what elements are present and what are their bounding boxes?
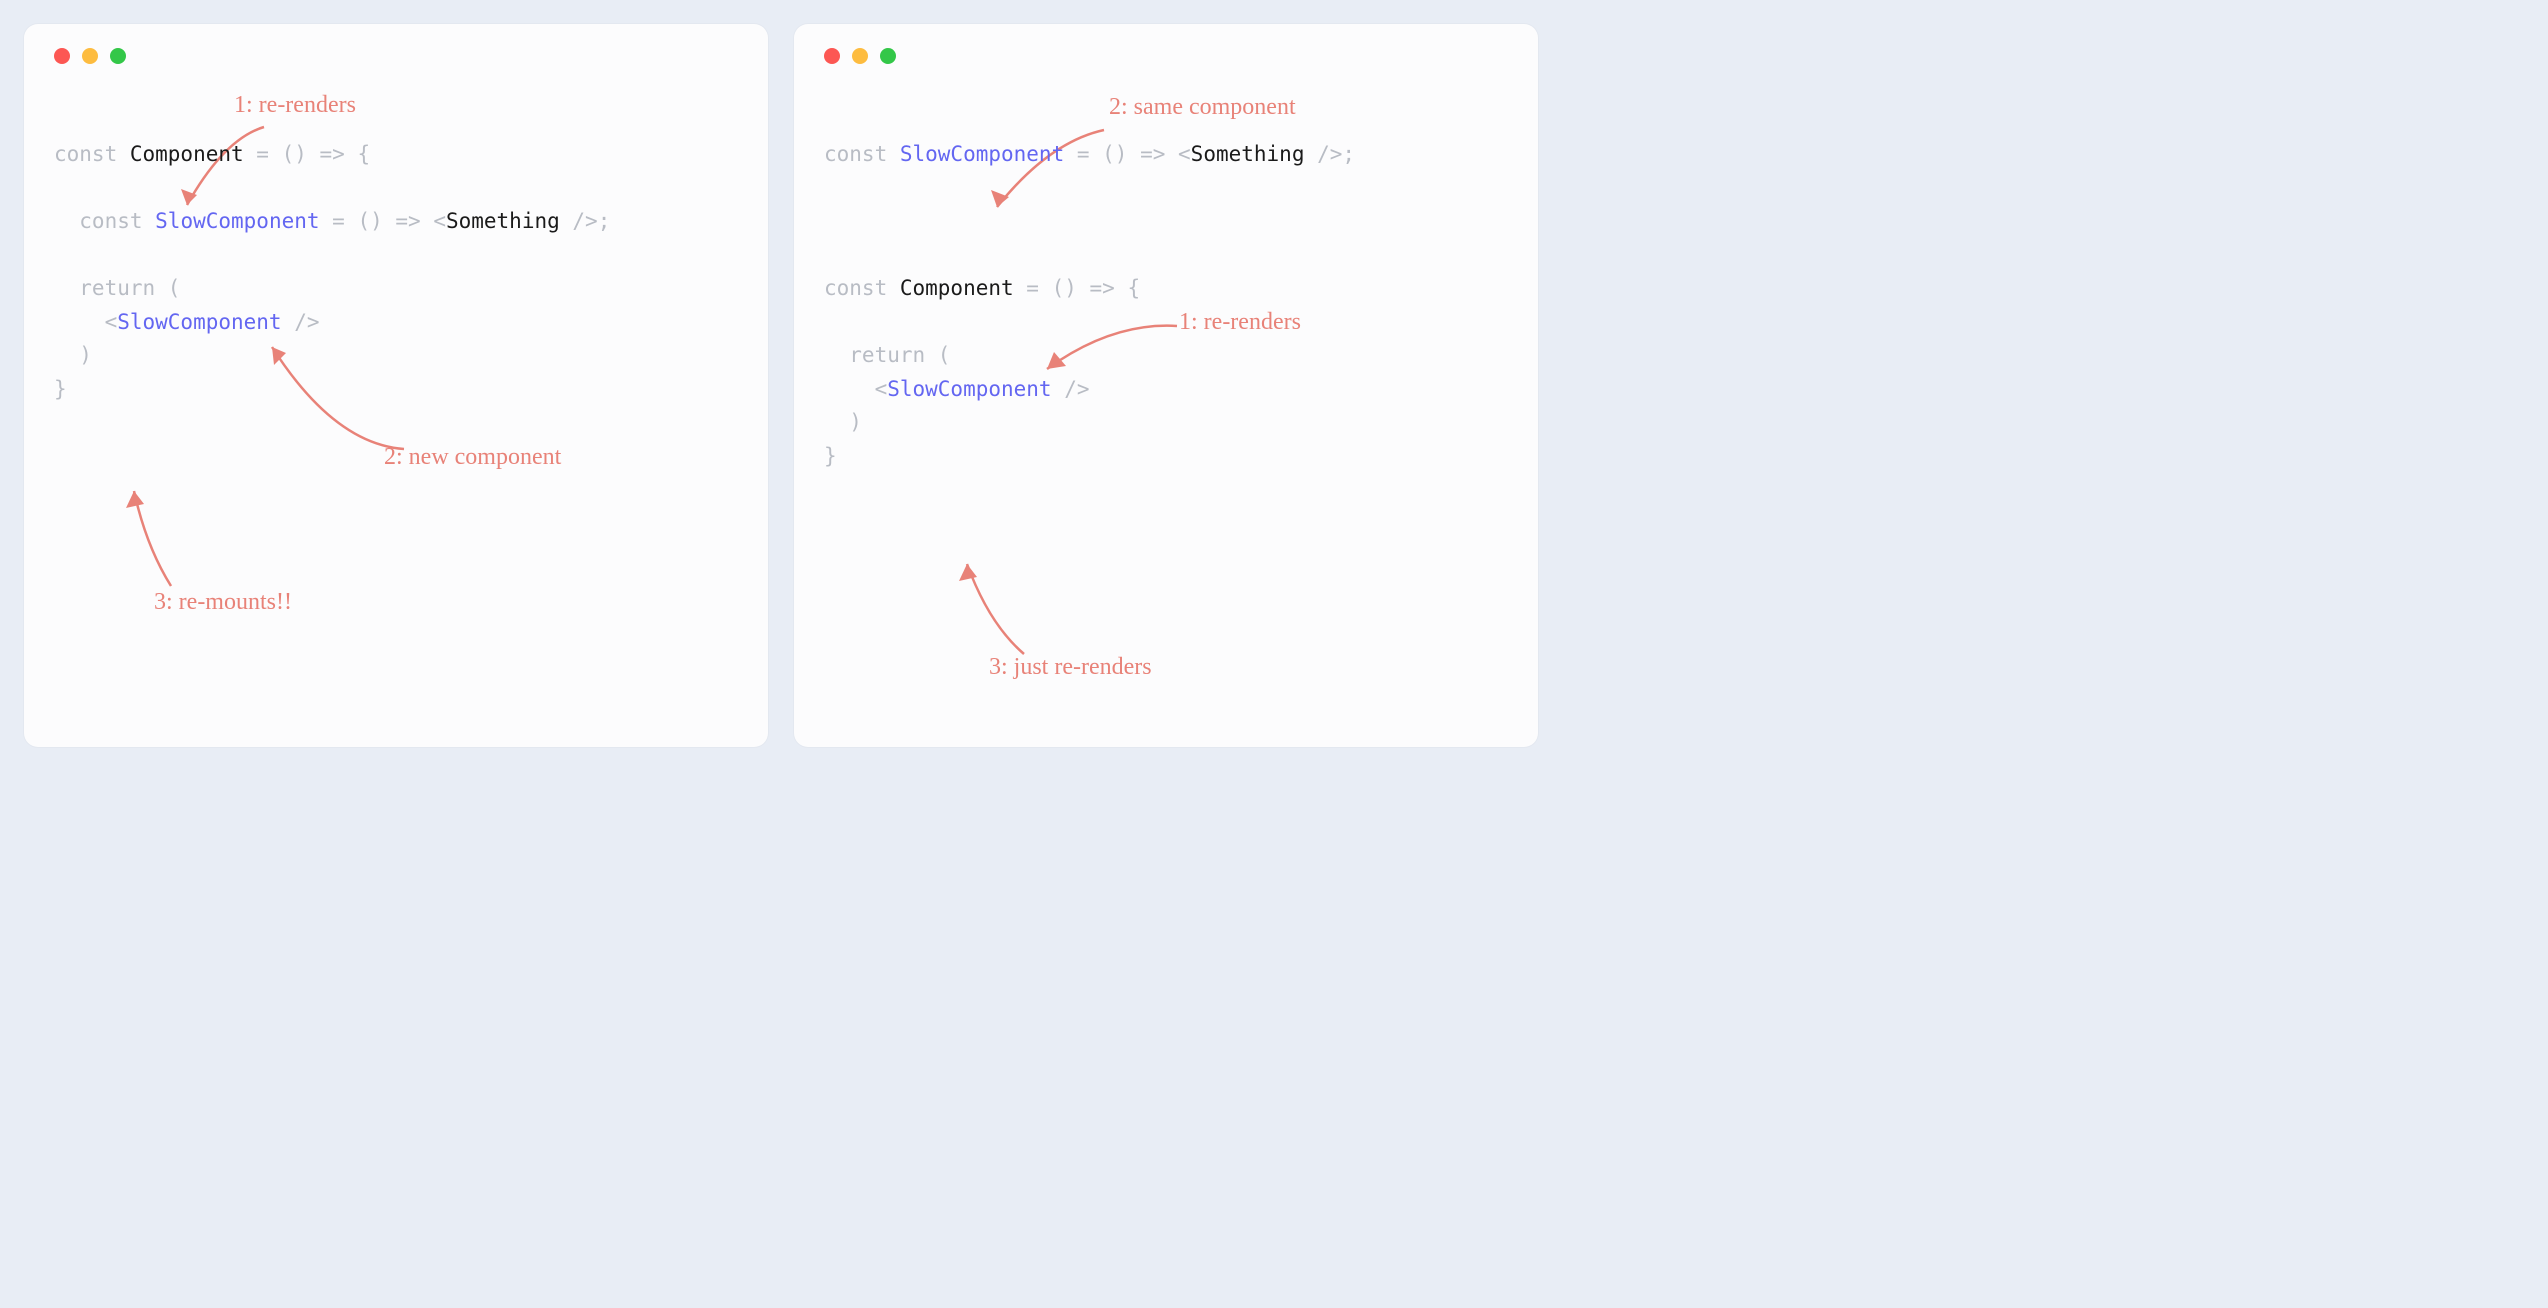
window-controls	[824, 48, 1508, 64]
code-block: const SlowComponent = () => <Something /…	[824, 104, 1508, 507]
code-block: const Component = () => { const SlowComp…	[54, 104, 738, 440]
arrow-icon	[116, 476, 206, 596]
code-line: const SlowComponent = () => <Something /…	[54, 209, 610, 233]
code-panel-left: 1: re-renders const Component = () => { …	[24, 24, 768, 747]
code-line: const Component = () => {	[824, 276, 1140, 300]
annotation-3: 3: re-mounts!!	[154, 589, 292, 616]
code-line: <SlowComponent />	[824, 377, 1090, 401]
annotation-3: 3: just re-renders	[989, 654, 1152, 681]
arrow-icon	[949, 549, 1049, 664]
annotation-1: 1: re-renders	[1179, 309, 1301, 336]
code-line: )	[824, 410, 862, 434]
code-line: }	[824, 444, 837, 468]
code-line: )	[54, 343, 92, 367]
annotation-2: 2: new component	[384, 444, 561, 471]
code-line: const Component = () => {	[54, 142, 370, 166]
annotation-1: 1: re-renders	[234, 92, 356, 119]
maximize-icon	[110, 48, 126, 64]
close-icon	[54, 48, 70, 64]
minimize-icon	[852, 48, 868, 64]
code-line: <SlowComponent />	[54, 310, 320, 334]
close-icon	[824, 48, 840, 64]
code-line: }	[54, 377, 67, 401]
minimize-icon	[82, 48, 98, 64]
code-panel-right: 2: same component const SlowComponent = …	[794, 24, 1538, 747]
maximize-icon	[880, 48, 896, 64]
code-line: return (	[54, 276, 180, 300]
annotation-2: 2: same component	[1109, 94, 1296, 121]
window-controls	[54, 48, 738, 64]
code-line: const SlowComponent = () => <Something /…	[824, 142, 1355, 166]
code-line: return (	[824, 343, 950, 367]
